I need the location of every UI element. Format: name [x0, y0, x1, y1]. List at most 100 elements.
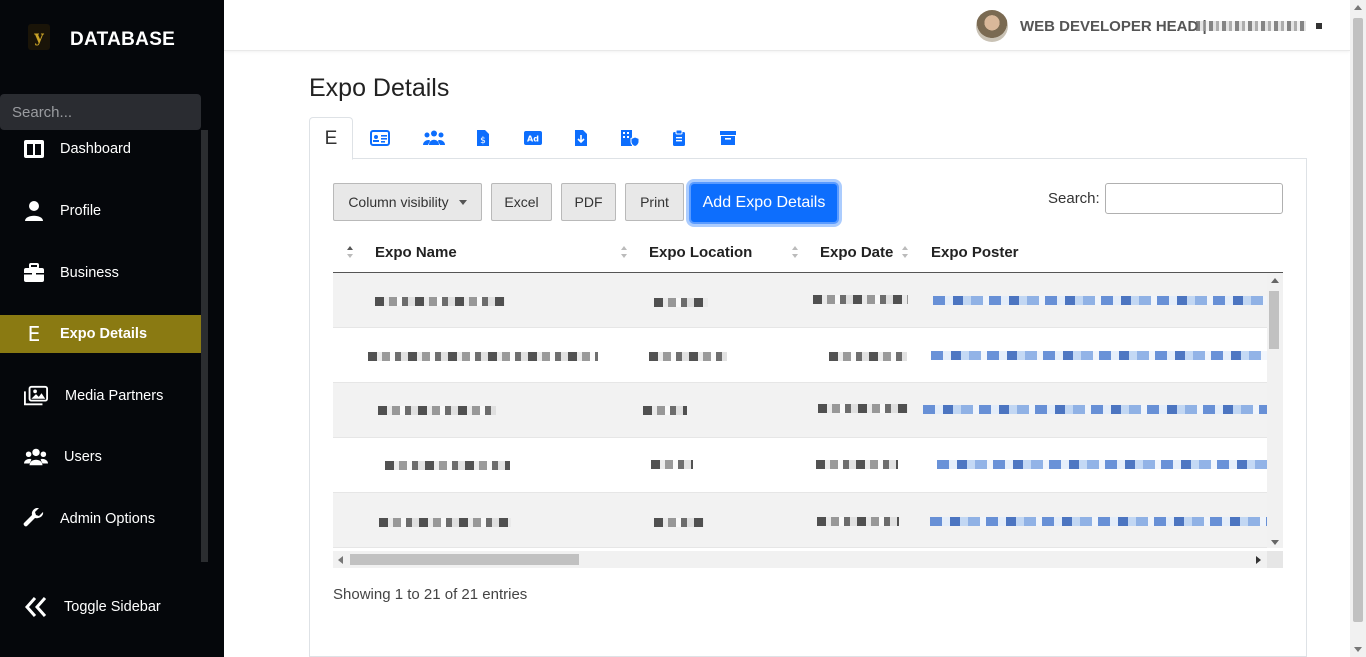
- tab-bar: E $ Ad: [309, 117, 1307, 160]
- table-header: Expo Name Expo Location Expo Date Expo P…: [333, 233, 1283, 273]
- redacted-cell: [379, 518, 511, 527]
- sidebar-item-business[interactable]: Business: [0, 254, 201, 292]
- toggle-sidebar-label: Toggle Sidebar: [64, 599, 161, 615]
- scroll-up-icon[interactable]: [1354, 5, 1362, 10]
- table-row[interactable]: [333, 438, 1267, 493]
- col-expo-poster[interactable]: Expo Poster: [931, 244, 1019, 261]
- tab-file-download[interactable]: [559, 117, 603, 159]
- sidebar-item-label: Expo Details: [60, 326, 148, 342]
- column-visibility-button[interactable]: Column visibility: [333, 183, 482, 221]
- building-shield-icon: [621, 130, 640, 147]
- ad-icon: Ad: [524, 131, 542, 145]
- sidebar-item-label: Profile: [60, 203, 102, 219]
- redacted-cell: [378, 406, 496, 415]
- redacted-cell: [643, 406, 687, 415]
- brand-name: DATABASE: [70, 29, 176, 50]
- redacted-cell: [368, 352, 598, 361]
- redacted-cell: [654, 518, 704, 527]
- redacted-cell: [813, 295, 908, 304]
- col-expo-name[interactable]: Expo Name: [375, 244, 457, 261]
- sidebar-item-users[interactable]: Users: [0, 438, 201, 476]
- caret-down-icon: [458, 199, 467, 205]
- avatar[interactable]: [976, 10, 1008, 42]
- sidebar: y DATABASE Dashboard Profile Business E …: [0, 0, 224, 657]
- page-scrollbar[interactable]: [1350, 0, 1366, 657]
- sidebar-scrollbar[interactable]: [201, 130, 208, 562]
- table-info: Showing 1 to 21 of 21 entries: [333, 586, 528, 603]
- user-role[interactable]: WEB DEVELOPER HEAD |: [1020, 18, 1207, 35]
- archive-icon: [720, 131, 736, 145]
- table-body: [333, 273, 1267, 548]
- briefcase-icon: [22, 261, 46, 285]
- redacted-cell: [651, 460, 693, 469]
- redacted-cell: [817, 517, 899, 526]
- user-icon: [22, 199, 46, 223]
- tab-archive[interactable]: [706, 117, 750, 159]
- scroll-down-icon[interactable]: [1354, 647, 1362, 652]
- print-button[interactable]: Print: [625, 183, 684, 221]
- table-row[interactable]: [333, 383, 1267, 438]
- sidebar-item-label: Users: [64, 449, 102, 465]
- sidebar-item-admin-options[interactable]: Admin Options: [0, 500, 201, 538]
- sidebar-item-dashboard[interactable]: Dashboard: [0, 130, 201, 168]
- tab-people[interactable]: [412, 117, 456, 159]
- redacted-cell: [816, 460, 898, 469]
- redacted-cell: [829, 352, 907, 361]
- sidebar-item-media-partners[interactable]: Media Partners: [0, 377, 201, 415]
- tab-clipboard[interactable]: [657, 117, 701, 159]
- sort-icon[interactable]: [902, 245, 910, 261]
- sidebar-item-profile[interactable]: Profile: [0, 192, 201, 230]
- user-menu-caret-icon[interactable]: [1316, 23, 1322, 29]
- tab-building-shield[interactable]: [608, 117, 652, 159]
- table-row[interactable]: [333, 273, 1267, 328]
- topbar: WEB DEVELOPER HEAD |: [224, 0, 1350, 51]
- sort-icon[interactable]: [621, 245, 629, 261]
- page-scroll-thumb[interactable]: [1353, 18, 1363, 622]
- table-horizontal-scrollbar[interactable]: [333, 551, 1267, 568]
- redacted-cell: [818, 404, 908, 413]
- redacted-cell: [654, 298, 708, 307]
- col-expo-date[interactable]: Expo Date: [820, 244, 893, 261]
- excel-button[interactable]: Excel: [491, 183, 552, 221]
- user-name-redacted: [1196, 21, 1306, 31]
- column-visibility-label: Column visibility: [348, 194, 449, 210]
- sidebar-item-label: Admin Options: [60, 511, 156, 527]
- redacted-cell: [375, 297, 505, 306]
- svg-text:$: $: [480, 136, 486, 146]
- sort-icon[interactable]: [792, 245, 800, 261]
- sidebar-item-label: Dashboard: [60, 141, 131, 157]
- images-icon: [24, 384, 48, 408]
- table-hscroll-thumb[interactable]: [350, 554, 579, 565]
- tab-id-card[interactable]: [358, 117, 402, 159]
- brand[interactable]: y DATABASE: [0, 0, 224, 80]
- file-dollar-icon: $: [477, 130, 489, 146]
- svg-text:Ad: Ad: [527, 135, 539, 144]
- pdf-button[interactable]: PDF: [561, 183, 616, 221]
- col-expo-location[interactable]: Expo Location: [649, 244, 752, 261]
- table-row[interactable]: [333, 328, 1267, 383]
- letter-e-icon: E: [27, 322, 41, 346]
- redacted-cell: [385, 461, 510, 470]
- table-row[interactable]: [333, 493, 1267, 548]
- table-vscroll-thumb[interactable]: [1269, 291, 1279, 349]
- sidebar-search-input[interactable]: [0, 94, 201, 130]
- sidebar-item-expo-details[interactable]: E Expo Details: [0, 315, 201, 353]
- scroll-down-icon[interactable]: [1271, 540, 1279, 545]
- toggle-sidebar-button[interactable]: Toggle Sidebar: [0, 588, 201, 626]
- columns-icon: [22, 137, 46, 161]
- tab-ad[interactable]: Ad: [511, 117, 555, 159]
- file-download-icon: [575, 130, 587, 146]
- table-vertical-scrollbar[interactable]: [1267, 273, 1283, 548]
- people-group-icon: [423, 130, 445, 145]
- add-expo-details-button[interactable]: Add Expo Details: [689, 182, 839, 224]
- tab-expo[interactable]: E: [309, 117, 353, 160]
- table-search-input[interactable]: [1105, 183, 1283, 214]
- clipboard-icon: [673, 129, 685, 146]
- scroll-up-icon[interactable]: [1271, 278, 1279, 283]
- scrollbar-corner: [1267, 551, 1283, 568]
- sort-icon[interactable]: [347, 245, 355, 261]
- scroll-left-icon[interactable]: [338, 556, 343, 564]
- tab-file-dollar[interactable]: $: [461, 117, 505, 159]
- scroll-right-icon[interactable]: [1256, 556, 1261, 564]
- users-icon: [24, 445, 48, 469]
